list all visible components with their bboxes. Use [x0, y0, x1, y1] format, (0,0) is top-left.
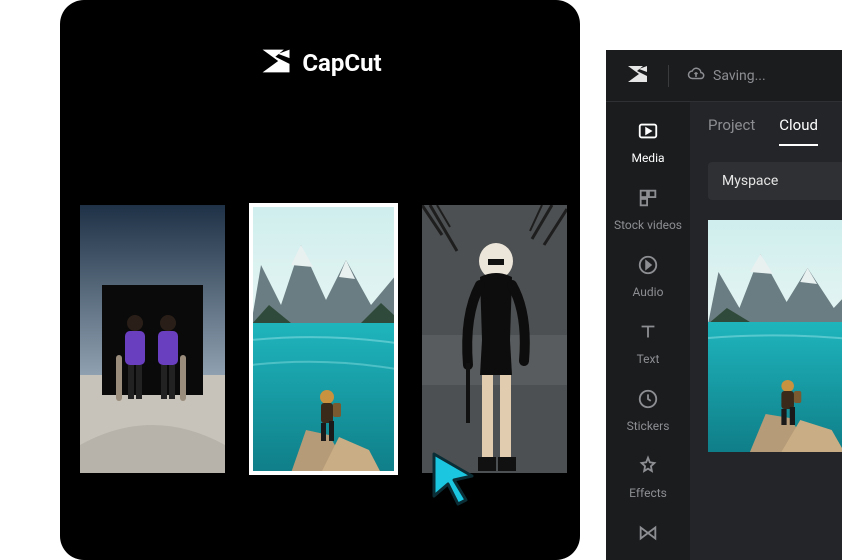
sidebar-label: Media — [631, 151, 664, 165]
brand-name: CapCut — [302, 49, 381, 77]
thumb-lake[interactable] — [251, 205, 396, 473]
thumb-model[interactable] — [422, 205, 567, 473]
gallery-thumbnails — [80, 205, 567, 473]
effects-icon — [637, 455, 659, 480]
sidebar-item-transition[interactable] — [637, 522, 659, 547]
thumb-people[interactable] — [80, 205, 225, 473]
brand: CapCut — [258, 44, 381, 82]
sidebar-item-text[interactable]: Text — [637, 321, 660, 366]
sidebar-label: Text — [637, 352, 660, 366]
sidebar-item-media[interactable]: Media — [631, 120, 664, 165]
sidebar-item-audio[interactable]: Audio — [633, 254, 664, 299]
saving-indicator: Saving... — [687, 65, 766, 87]
folder-name: Myspace — [722, 173, 778, 189]
text-icon — [637, 321, 659, 346]
media-icon — [637, 120, 659, 145]
cursor-pointer-icon — [428, 450, 478, 506]
cloud-upload-icon — [687, 65, 705, 87]
stickers-icon — [637, 388, 659, 413]
transition-icon — [637, 522, 659, 547]
editor-sidebar: Media Stock videos Audio Text Stickers — [606, 102, 690, 560]
sidebar-label: Audio — [633, 285, 664, 299]
source-tabs: Project Cloud — [690, 102, 842, 146]
sidebar-label: Stickers — [627, 419, 670, 433]
sidebar-label: Effects — [629, 486, 667, 500]
sidebar-item-stickers[interactable]: Stickers — [627, 388, 670, 433]
sidebar-item-effects[interactable]: Effects — [629, 455, 667, 500]
audio-icon — [637, 254, 659, 279]
topbar-divider — [668, 65, 669, 87]
tab-cloud[interactable]: Cloud — [779, 116, 818, 146]
capcut-logo-icon — [258, 44, 292, 82]
folder-dropdown[interactable]: Myspace — [708, 162, 842, 200]
cloud-media-thumb[interactable] — [708, 220, 842, 452]
tab-project[interactable]: Project — [708, 116, 755, 146]
editor-main: Project Cloud Myspace — [690, 102, 842, 560]
saving-label: Saving... — [713, 68, 766, 84]
capcut-mark-icon — [624, 62, 650, 90]
stock-icon — [637, 187, 659, 212]
editor-window: Saving... Media Stock videos Audio Te — [606, 50, 842, 560]
sidebar-item-stock[interactable]: Stock videos — [614, 187, 682, 232]
sidebar-label: Stock videos — [614, 218, 682, 232]
editor-topbar: Saving... — [606, 50, 842, 102]
